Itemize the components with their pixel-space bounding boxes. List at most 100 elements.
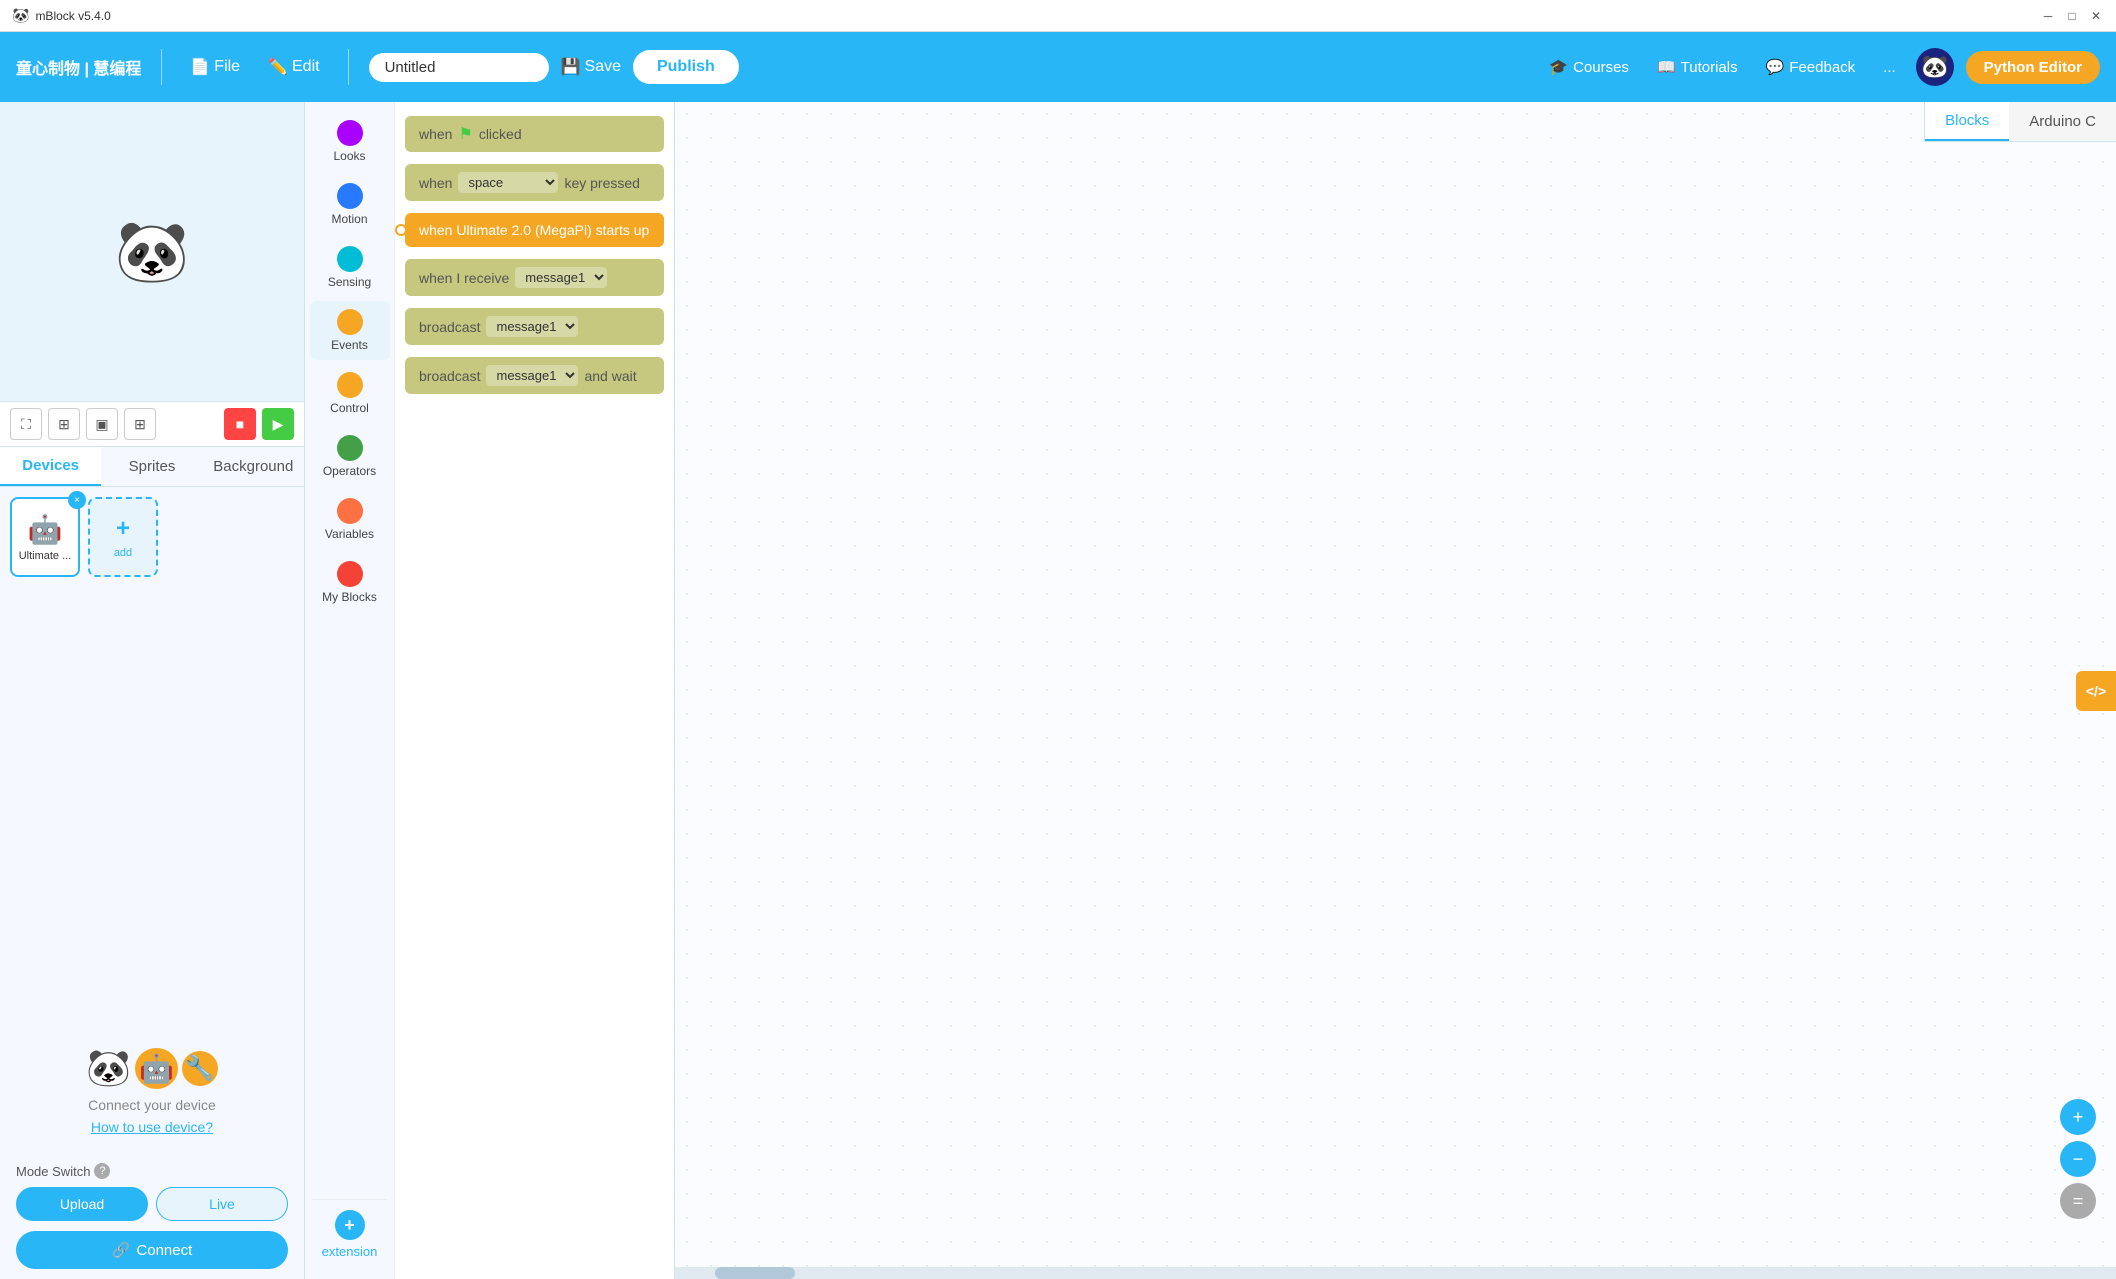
broadcast-text: broadcast (419, 319, 480, 335)
zoom-reset-button[interactable]: = (2060, 1183, 2096, 1219)
save-icon: 💾 (561, 57, 581, 77)
operators-label: Operators (323, 464, 376, 478)
courses-link[interactable]: 🎓 Courses (1541, 54, 1637, 80)
more-menu-button[interactable]: ... (1875, 55, 1904, 80)
my-blocks-label: My Blocks (322, 590, 377, 604)
my-blocks-dot (337, 561, 363, 587)
python-editor-button[interactable]: Python Editor (1966, 51, 2100, 84)
tab-arduino-c[interactable]: Arduino C (2009, 102, 2116, 141)
stop-button[interactable]: ■ (224, 408, 256, 440)
block-when-receive[interactable]: when I receive message1 (405, 259, 664, 296)
block-when-key-pressed[interactable]: when space up arrow down arrow key press… (405, 164, 664, 201)
motion-dot (337, 183, 363, 209)
and-wait-text: and wait (584, 368, 636, 384)
upload-mode-button[interactable]: Upload (16, 1187, 148, 1221)
category-variables[interactable]: Variables (310, 490, 390, 549)
message-select-1[interactable]: message1 (515, 267, 607, 288)
control-label: Control (330, 401, 369, 415)
how-to-use-link[interactable]: How to use device? (91, 1119, 213, 1135)
key-pressed-text: key pressed (564, 175, 639, 191)
tab-blocks[interactable]: Blocks (1925, 102, 2009, 141)
tab-sprites[interactable]: Sprites (101, 447, 202, 486)
grid-view-button[interactable]: ⊞ (124, 408, 156, 440)
courses-icon: 🎓 (1549, 58, 1568, 76)
save-button[interactable]: 💾 Save (561, 57, 621, 77)
mode-buttons: Upload Live (16, 1187, 288, 1221)
add-device-button[interactable]: + add (88, 497, 158, 577)
message-select-2[interactable]: message1 (486, 316, 578, 337)
category-control[interactable]: Control (310, 364, 390, 423)
zoom-controls: + − = (2060, 1099, 2096, 1219)
block-when-starts-up[interactable]: when Ultimate 2.0 (MegaPi) starts up (405, 213, 664, 247)
brand-label: 童心制物 | 慧编程 (16, 55, 141, 79)
category-operators[interactable]: Operators (310, 427, 390, 486)
edit-menu-button[interactable]: ✏️ Edit (260, 53, 328, 81)
block-broadcast-wait[interactable]: broadcast message1 and wait (405, 357, 664, 394)
preview-area: 🐼 (0, 102, 304, 402)
connect-device-text: Connect your device (16, 1097, 288, 1113)
panda-sprite-preview: 🐼 (112, 207, 192, 297)
when-receive-text: when I receive (419, 270, 509, 286)
project-title-input[interactable] (369, 53, 549, 82)
tab-background[interactable]: Background (203, 447, 304, 486)
user-avatar[interactable]: 🐼 (1916, 48, 1954, 86)
robot-icon: 🤖 (135, 1048, 178, 1089)
tutorials-link[interactable]: 📖 Tutorials (1649, 54, 1746, 80)
sprites-area: × 🤖 Ultimate ... + add (0, 487, 304, 1031)
category-looks[interactable]: Looks (310, 112, 390, 171)
left-panel: 🐼 ⛶ ⊞ ▣ ⊞ ■ ▶ Devices Sprites Background… (0, 102, 305, 1279)
maximize-button[interactable]: □ (2064, 8, 2080, 24)
extension-label: extension (322, 1244, 378, 1259)
device-icon-area: 🐼 🤖 🔧 (16, 1047, 288, 1089)
link-icon: 🔗 (112, 1241, 131, 1259)
zoom-in-button[interactable]: + (2060, 1099, 2096, 1135)
code-toggle-button[interactable]: </> (2076, 671, 2116, 711)
small-screen-button[interactable]: ▣ (86, 408, 118, 440)
half-screen-button[interactable]: ⊞ (48, 408, 80, 440)
full-screen-button[interactable]: ⛶ (10, 408, 42, 440)
mode-help-icon: ? (94, 1163, 110, 1179)
when-text: when (419, 126, 452, 142)
category-motion[interactable]: Motion (310, 175, 390, 234)
device-close-button[interactable]: × (68, 491, 86, 509)
variables-label: Variables (325, 527, 374, 541)
looks-label: Looks (333, 149, 365, 163)
canvas-scrollbar[interactable] (675, 1267, 2116, 1279)
device-area: 🐼 🤖 🔧 Connect your device How to use dev… (0, 1031, 304, 1153)
file-menu-button[interactable]: 📄 File (182, 53, 248, 81)
sensing-label: Sensing (328, 275, 371, 289)
device-card-ultimate[interactable]: × 🤖 Ultimate ... (10, 497, 80, 577)
scroll-thumb[interactable] (715, 1267, 795, 1279)
device-sprite-icon: 🤖 (28, 513, 63, 546)
variables-dot (337, 498, 363, 524)
close-button[interactable]: ✕ (2088, 8, 2104, 24)
extension-button[interactable]: + extension (312, 1199, 388, 1269)
message-select-3[interactable]: message1 (486, 365, 578, 386)
category-sidebar: Looks Motion Sensing Events Control Oper… (305, 102, 395, 1279)
publish-button[interactable]: Publish (633, 50, 739, 84)
toolbar-divider2 (348, 49, 349, 85)
live-mode-button[interactable]: Live (156, 1187, 288, 1221)
events-label: Events (331, 338, 368, 352)
minimize-button[interactable]: ─ (2040, 8, 2056, 24)
block-when-clicked[interactable]: when ⚑ clicked (405, 116, 664, 152)
edit-icon: ✏️ (268, 57, 288, 77)
app-logo-icon: 🐼 (12, 7, 29, 24)
category-sensing[interactable]: Sensing (310, 238, 390, 297)
zoom-out-button[interactable]: − (2060, 1141, 2096, 1177)
clicked-text: clicked (479, 126, 522, 142)
category-events[interactable]: Events (310, 301, 390, 360)
add-label: add (114, 547, 132, 559)
connect-button[interactable]: 🔗 Connect (16, 1231, 288, 1269)
key-select[interactable]: space up arrow down arrow (458, 172, 558, 193)
tab-devices[interactable]: Devices (0, 447, 101, 486)
play-button[interactable]: ▶ (262, 408, 294, 440)
device-card-label: Ultimate ... (19, 550, 72, 562)
feedback-link[interactable]: 💬 Feedback (1758, 54, 1864, 80)
file-icon: 📄 (190, 57, 210, 77)
tutorials-icon: 📖 (1657, 58, 1676, 76)
block-connector-dot (395, 224, 407, 236)
category-my-blocks[interactable]: My Blocks (310, 553, 390, 612)
broadcast-wait-text: broadcast (419, 368, 480, 384)
block-broadcast[interactable]: broadcast message1 (405, 308, 664, 345)
